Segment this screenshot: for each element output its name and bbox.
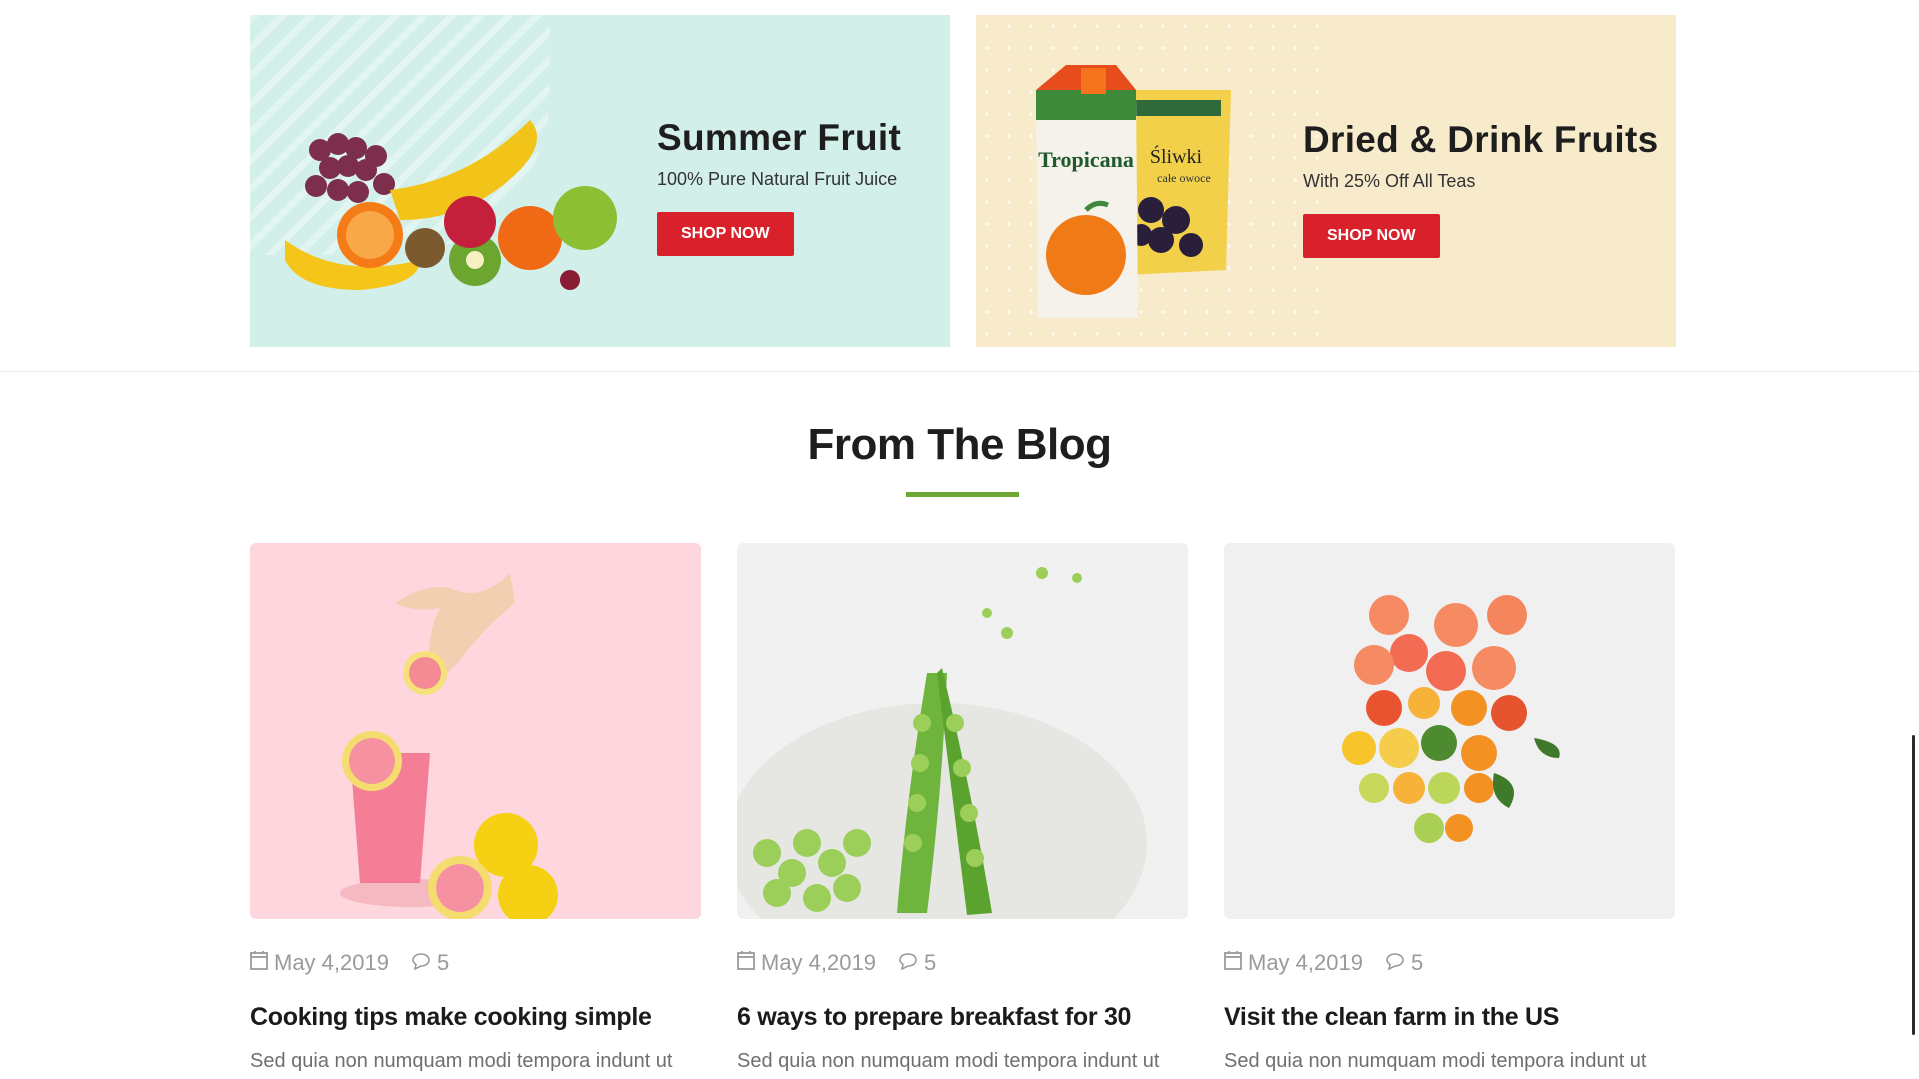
title-underline bbox=[906, 492, 1019, 497]
banner-summer-fruit[interactable]: Summer Fruit 100% Pure Natural Fruit Jui… bbox=[250, 15, 950, 347]
post-excerpt: Sed quia non numquam modi tempora indunt… bbox=[250, 1050, 673, 1072]
scrollbar[interactable] bbox=[1912, 735, 1915, 1035]
post-title-link[interactable]: 6 ways to prepare breakfast for 30 bbox=[737, 1003, 1188, 1032]
calendar-icon bbox=[250, 950, 268, 976]
fruit-basket-image bbox=[285, 120, 617, 290]
comment-count: 5 bbox=[923, 950, 937, 975]
blog-card: May 4,2019 5 6 ways to prepare breakfast… bbox=[737, 543, 1188, 1073]
green-peas-image bbox=[737, 567, 1147, 919]
post-date: May 4,2019 bbox=[761, 950, 876, 975]
comment-count: 5 bbox=[436, 950, 450, 975]
brand-text: Tropicana bbox=[1038, 147, 1134, 172]
section-divider bbox=[0, 371, 1919, 372]
banner-dried-drink-fruits[interactable]: Śliwki całe owoce Tropicana Dried & Drin… bbox=[976, 15, 1676, 347]
post-title-link[interactable]: Visit the clean farm in the US bbox=[1224, 1003, 1675, 1032]
banner-title: Summer Fruit bbox=[657, 117, 902, 158]
post-meta: May 4,2019 5 bbox=[250, 949, 701, 977]
citrus-heart-image bbox=[1342, 595, 1560, 843]
shop-now-button[interactable]: SHOP NOW bbox=[1303, 214, 1440, 258]
post-meta: May 4,2019 5 bbox=[737, 949, 1188, 977]
comment-icon bbox=[1385, 950, 1405, 976]
comment-count: 5 bbox=[1410, 950, 1424, 975]
post-excerpt: Sed quia non numquam modi tempora indunt… bbox=[1224, 1050, 1647, 1072]
banner-subtitle: With 25% Off All Teas bbox=[1303, 171, 1476, 191]
blog-card: May 4,2019 5 Cooking tips make cooking s… bbox=[250, 543, 701, 1073]
shop-now-button[interactable]: SHOP NOW bbox=[657, 212, 794, 256]
post-title-link[interactable]: Cooking tips make cooking simple bbox=[250, 1003, 701, 1032]
blog-image[interactable] bbox=[250, 543, 701, 919]
blog-image[interactable] bbox=[1224, 543, 1675, 919]
comment-icon bbox=[898, 950, 918, 976]
post-excerpt: Sed quia non numquam modi tempora indunt… bbox=[737, 1050, 1160, 1072]
post-date: May 4,2019 bbox=[274, 950, 389, 975]
grapefruit-drink-image bbox=[340, 573, 558, 919]
banner-subtitle: 100% Pure Natural Fruit Juice bbox=[657, 169, 898, 189]
blog-card: May 4,2019 5 Visit the clean farm in the… bbox=[1224, 543, 1675, 1073]
blog-image[interactable] bbox=[737, 543, 1188, 919]
comment-icon bbox=[411, 950, 431, 976]
dried-sub-text: całe owoce bbox=[1157, 171, 1211, 185]
post-meta: May 4,2019 5 bbox=[1224, 949, 1675, 977]
banner-title: Dried & Drink Fruits bbox=[1303, 119, 1659, 160]
calendar-icon bbox=[1224, 950, 1242, 976]
calendar-icon bbox=[737, 950, 755, 976]
dried-brand-text: Śliwki bbox=[1150, 144, 1203, 168]
section-title: From The Blog bbox=[807, 420, 1112, 469]
post-date: May 4,2019 bbox=[1248, 950, 1363, 975]
juice-carton-image: Śliwki całe owoce Tropicana bbox=[1036, 65, 1231, 318]
